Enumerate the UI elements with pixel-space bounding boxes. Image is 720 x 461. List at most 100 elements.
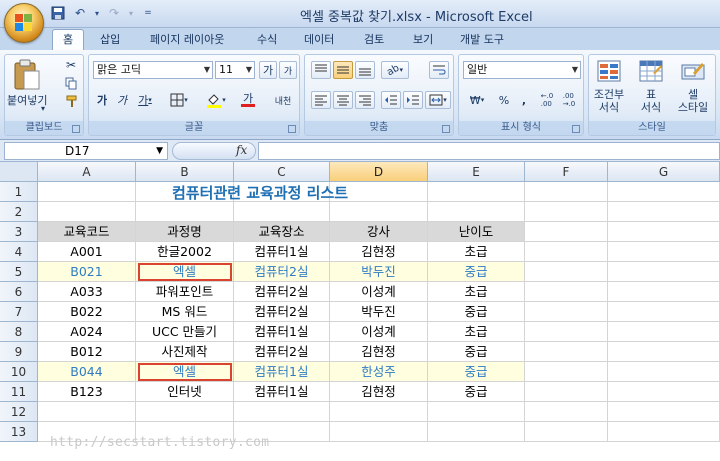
- table-cell[interactable]: 박두진: [330, 262, 428, 282]
- cell-g5[interactable]: [608, 262, 720, 282]
- cell-f13[interactable]: [525, 422, 608, 442]
- table-cell[interactable]: 김현정: [330, 382, 428, 402]
- cell-d12[interactable]: [330, 402, 428, 422]
- row-header-11[interactable]: 11: [0, 382, 38, 402]
- table-cell[interactable]: A033: [38, 282, 136, 302]
- table-header-cell[interactable]: 교육코드: [38, 222, 136, 242]
- cell-styles-button[interactable]: [679, 57, 707, 85]
- table-cell[interactable]: 컴퓨터2실: [234, 262, 330, 282]
- tab-insert[interactable]: 삽입: [100, 30, 120, 50]
- tab-view[interactable]: 보기: [413, 30, 433, 50]
- table-cell[interactable]: 박두진: [330, 302, 428, 322]
- table-cell[interactable]: 컴퓨터1실: [234, 362, 330, 382]
- column-header-d[interactable]: D: [330, 162, 428, 182]
- cell-g13[interactable]: [608, 422, 720, 442]
- grow-font-button[interactable]: 가: [259, 61, 277, 79]
- insert-function-icon[interactable]: fx: [236, 143, 247, 157]
- number-dialog-launcher[interactable]: [572, 125, 580, 133]
- cell-e12[interactable]: [428, 402, 525, 422]
- paste-button[interactable]: [9, 57, 45, 93]
- orientation-button[interactable]: ab ▾: [381, 61, 409, 79]
- name-box[interactable]: D17 ▼: [4, 142, 168, 160]
- row-header-10[interactable]: 10: [0, 362, 38, 382]
- table-cell[interactable]: A001: [38, 242, 136, 262]
- cell-g10[interactable]: [608, 362, 720, 382]
- cell-e2[interactable]: [428, 202, 525, 222]
- cell-f6[interactable]: [525, 282, 608, 302]
- table-cell[interactable]: 이성계: [330, 322, 428, 342]
- borders-button[interactable]: ▾: [165, 91, 193, 109]
- table-cell[interactable]: 중급: [428, 262, 525, 282]
- font-color-button[interactable]: 가: [235, 91, 261, 109]
- cell-g6[interactable]: [608, 282, 720, 302]
- cell-b12[interactable]: [136, 402, 234, 422]
- row-header-4[interactable]: 4: [0, 242, 38, 262]
- row-header-6[interactable]: 6: [0, 282, 38, 302]
- fill-color-button[interactable]: ▾: [201, 91, 231, 109]
- increase-indent-button[interactable]: [403, 91, 423, 109]
- tab-data[interactable]: 데이터: [304, 30, 334, 50]
- row-header-13[interactable]: 13: [0, 422, 38, 442]
- column-header-f[interactable]: F: [525, 162, 608, 182]
- cell-g8[interactable]: [608, 322, 720, 342]
- cell-f5[interactable]: [525, 262, 608, 282]
- cell-f7[interactable]: [525, 302, 608, 322]
- phonetic-button[interactable]: 내천: [269, 91, 297, 109]
- percent-button[interactable]: %: [495, 91, 513, 109]
- office-button[interactable]: [4, 3, 44, 43]
- conditional-formatting-button[interactable]: [595, 57, 623, 85]
- table-cell[interactable]: A024: [38, 322, 136, 342]
- table-header-cell[interactable]: 강사: [330, 222, 428, 242]
- table-cell[interactable]: UCC 만들기: [136, 322, 234, 342]
- table-cell[interactable]: 초급: [428, 282, 525, 302]
- table-cell[interactable]: 컴퓨터1실: [234, 322, 330, 342]
- decrease-indent-button[interactable]: [381, 91, 401, 109]
- table-cell[interactable]: 중급: [428, 342, 525, 362]
- cell-a2[interactable]: [38, 202, 136, 222]
- font-size-select[interactable]: 11 ▼: [215, 61, 255, 79]
- table-cell[interactable]: 컴퓨터2실: [234, 342, 330, 362]
- row-header-5[interactable]: 5: [0, 262, 38, 282]
- alignment-dialog-launcher[interactable]: [442, 125, 450, 133]
- row-header-1[interactable]: 1: [0, 182, 38, 202]
- copy-button[interactable]: [63, 75, 79, 91]
- cell-d13[interactable]: [330, 422, 428, 442]
- tab-review[interactable]: 검토: [364, 30, 384, 50]
- table-cell[interactable]: 중급: [428, 302, 525, 322]
- italic-button[interactable]: 가: [113, 91, 131, 109]
- tab-formulas[interactable]: 수식: [257, 30, 277, 50]
- table-header-cell[interactable]: 과정명: [136, 222, 234, 242]
- currency-button[interactable]: ₩ ▾: [463, 91, 491, 109]
- cell-g2[interactable]: [608, 202, 720, 222]
- table-cell[interactable]: 김현정: [330, 242, 428, 262]
- cut-button[interactable]: ✂: [63, 57, 79, 73]
- tab-page-layout[interactable]: 페이지 레이아웃: [150, 30, 224, 50]
- table-cell[interactable]: B044: [38, 362, 136, 382]
- format-as-table-button[interactable]: [637, 57, 665, 85]
- column-header-b[interactable]: B: [136, 162, 234, 182]
- cell-f4[interactable]: [525, 242, 608, 262]
- table-cell[interactable]: B123: [38, 382, 136, 402]
- table-cell[interactable]: 한글2002: [136, 242, 234, 262]
- cell-f12[interactable]: [525, 402, 608, 422]
- tab-home[interactable]: 홈: [52, 29, 85, 51]
- table-cell[interactable]: B012: [38, 342, 136, 362]
- row-header-12[interactable]: 12: [0, 402, 38, 422]
- paste-dropdown-icon[interactable]: ▾: [41, 103, 45, 115]
- table-cell[interactable]: 중급: [428, 382, 525, 402]
- cell-a1[interactable]: [38, 182, 136, 202]
- row-header-9[interactable]: 9: [0, 342, 38, 362]
- cell-f10[interactable]: [525, 362, 608, 382]
- table-cell[interactable]: 컴퓨터1실: [234, 382, 330, 402]
- table-cell[interactable]: 이성계: [330, 282, 428, 302]
- table-cell[interactable]: 파워포인트: [136, 282, 234, 302]
- cell-g7[interactable]: [608, 302, 720, 322]
- cell-d2[interactable]: [330, 202, 428, 222]
- undo-icon[interactable]: ↶: [72, 5, 88, 21]
- bold-button[interactable]: 가: [93, 91, 111, 109]
- redo-dropdown-icon[interactable]: ▾: [128, 5, 134, 21]
- cell-g11[interactable]: [608, 382, 720, 402]
- format-painter-button[interactable]: [63, 93, 79, 109]
- cell-b2[interactable]: [136, 202, 234, 222]
- underline-button[interactable]: 가 ▾: [133, 91, 157, 109]
